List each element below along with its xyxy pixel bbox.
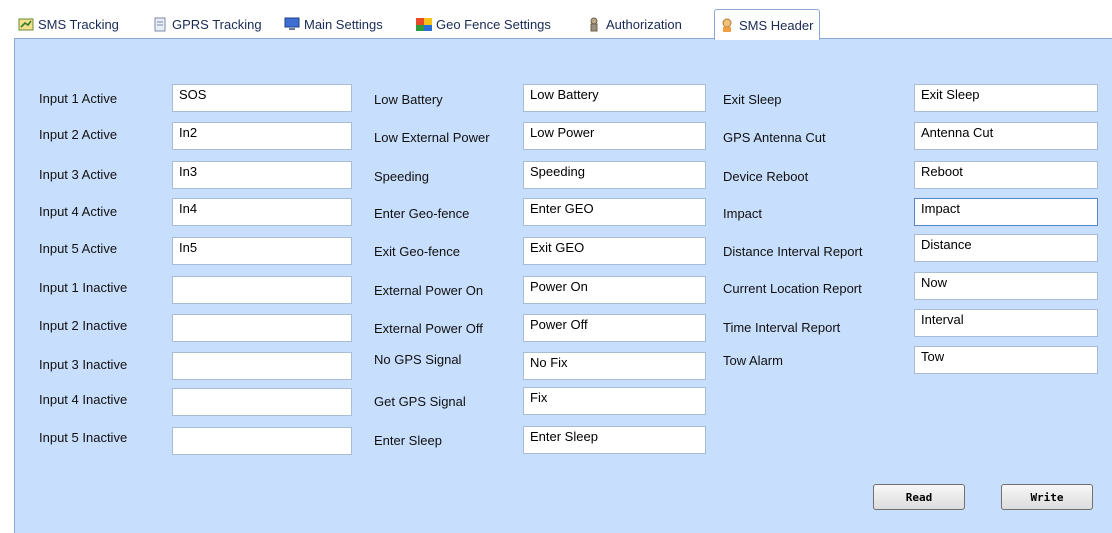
label-input-4-active: Input 4 Active (39, 204, 118, 219)
label-input-1-active: Input 1 Active (39, 91, 118, 106)
input-3-active-field[interactable] (172, 161, 352, 189)
current-location-report-field[interactable] (914, 272, 1098, 300)
tab-main-settings[interactable]: Main Settings (284, 11, 383, 37)
input-3-inactive-field[interactable] (172, 352, 352, 380)
tab-label: Geo Fence Settings (436, 16, 551, 32)
enter-sleep-field[interactable] (523, 426, 706, 454)
sms-tracking-icon (18, 17, 34, 32)
low-battery-field[interactable] (523, 84, 706, 112)
read-button[interactable]: Read (873, 484, 965, 510)
label-get-gps-signal: Get GPS Signal (374, 394, 466, 409)
label-input-3-inactive: Input 3 Inactive (39, 357, 128, 372)
label-input-2-active: Input 2 Active (39, 127, 118, 142)
time-interval-report-field[interactable] (914, 309, 1098, 337)
label-low-battery: Low Battery (374, 92, 443, 107)
gps-antenna-cut-field[interactable] (914, 122, 1098, 150)
label-exit-sleep: Exit Sleep (723, 92, 782, 107)
label-gps-antenna-cut: GPS Antenna Cut (723, 130, 826, 145)
tab-geo-fence-settings[interactable]: Geo Fence Settings (416, 11, 551, 37)
impact-field[interactable] (914, 198, 1098, 226)
label-input-4-inactive: Input 4 Inactive (39, 392, 128, 407)
label-tow-alarm: Tow Alarm (723, 353, 783, 368)
label-speeding: Speeding (374, 169, 429, 184)
input-2-active-field[interactable] (172, 122, 352, 150)
label-enter-geo-fence: Enter Geo-fence (374, 206, 470, 221)
tab-label: SMS Header (739, 17, 814, 33)
input-4-active-field[interactable] (172, 198, 352, 226)
sms-header-panel: Input 1 Active Input 2 Active Input 3 Ac… (14, 38, 1112, 533)
input-1-active-field[interactable] (172, 84, 352, 112)
label-external-power-off: External Power Off (374, 321, 483, 336)
get-gps-signal-field[interactable] (523, 387, 706, 415)
label-distance-interval-report: Distance Interval Report (723, 244, 863, 259)
label-time-interval-report: Time Interval Report (723, 320, 841, 335)
input-1-inactive-field[interactable] (172, 276, 352, 304)
input-4-inactive-field[interactable] (172, 388, 352, 416)
label-input-3-active: Input 3 Active (39, 167, 118, 182)
tow-alarm-field[interactable] (914, 346, 1098, 374)
label-impact: Impact (723, 206, 763, 221)
tab-label: GPRS Tracking (172, 16, 262, 32)
label-input-2-inactive: Input 2 Inactive (39, 318, 128, 333)
tab-label: SMS Tracking (38, 16, 119, 32)
label-no-gps-signal: No GPS Signal (374, 352, 462, 367)
label-input-5-inactive: Input 5 Inactive (39, 430, 128, 445)
input-5-inactive-field[interactable] (172, 427, 352, 455)
tab-sms-header[interactable]: SMS Header (714, 9, 821, 40)
input-2-inactive-field[interactable] (172, 314, 352, 342)
sms-header-icon (719, 18, 735, 33)
label-external-power-on: External Power On (374, 283, 484, 298)
exit-sleep-field[interactable] (914, 84, 1098, 112)
tab-bar: SMS Tracking GPRS Tracking Main Settings… (0, 0, 1112, 40)
monitor-icon (284, 17, 300, 32)
tab-sms-tracking[interactable]: SMS Tracking (18, 11, 119, 37)
label-low-external-power: Low External Power (374, 130, 490, 145)
label-current-location-report: Current Location Report (723, 281, 862, 296)
distance-interval-report-field[interactable] (914, 234, 1098, 262)
geo-fence-icon (416, 17, 432, 32)
label-device-reboot: Device Reboot (723, 169, 809, 184)
label-enter-sleep: Enter Sleep (374, 433, 442, 448)
exit-geo-fence-field[interactable] (523, 237, 706, 265)
external-power-off-field[interactable] (523, 314, 706, 342)
no-gps-signal-field[interactable] (523, 352, 706, 380)
tab-label: Authorization (606, 16, 682, 32)
label-input-1-inactive: Input 1 Inactive (39, 280, 128, 295)
tab-label: Main Settings (304, 16, 383, 32)
low-external-power-field[interactable] (523, 122, 706, 150)
external-power-on-field[interactable] (523, 276, 706, 304)
enter-geo-fence-field[interactable] (523, 198, 706, 226)
tab-gprs-tracking[interactable]: GPRS Tracking (152, 11, 262, 37)
label-exit-geo-fence: Exit Geo-fence (374, 244, 460, 259)
write-button[interactable]: Write (1001, 484, 1093, 510)
speeding-field[interactable] (523, 161, 706, 189)
label-input-5-active: Input 5 Active (39, 241, 118, 256)
gprs-tracking-icon (152, 17, 168, 32)
input-5-active-field[interactable] (172, 237, 352, 265)
tab-authorization[interactable]: Authorization (586, 11, 682, 37)
device-reboot-field[interactable] (914, 161, 1098, 189)
authorization-icon (586, 17, 602, 32)
